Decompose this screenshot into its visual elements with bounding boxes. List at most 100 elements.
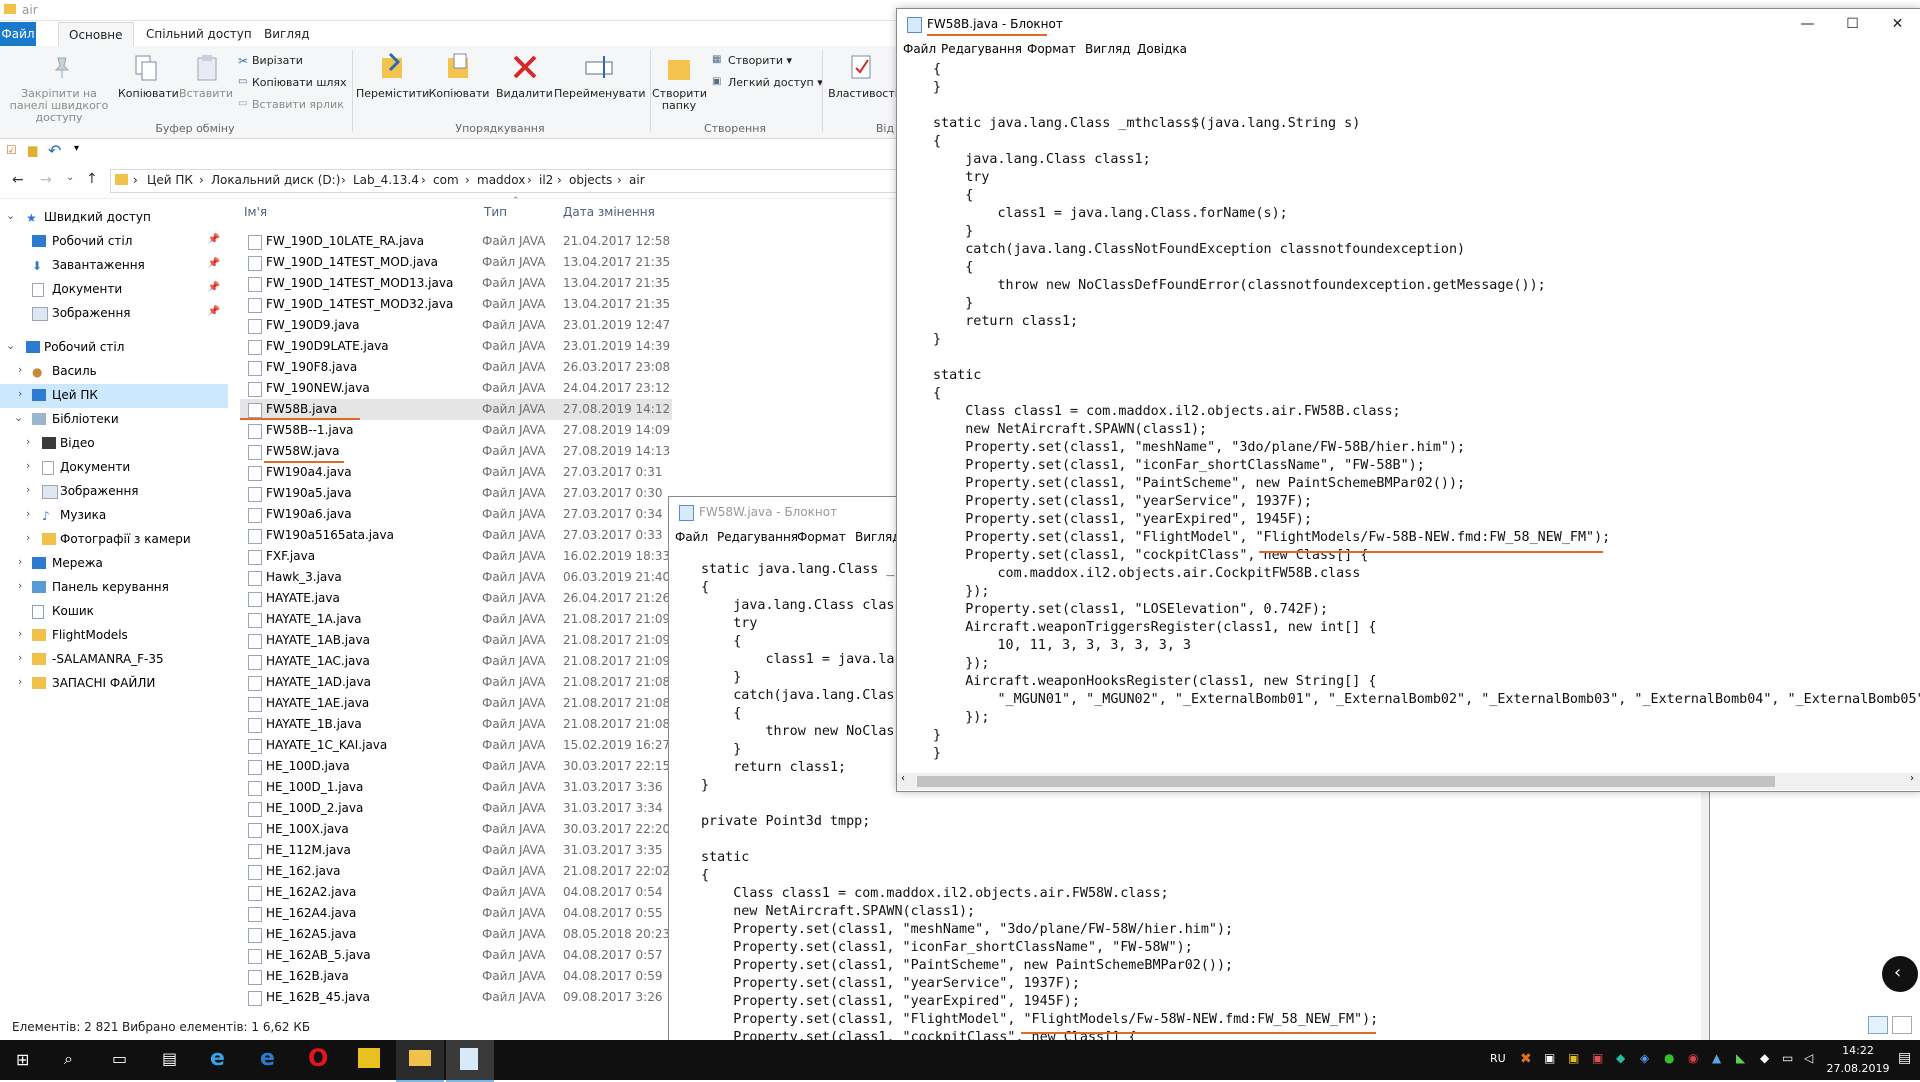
file-row[interactable]: HE_162B_45.java Файл JAVA 09.08.2017 3:26 <box>240 987 672 1008</box>
copy-to-button[interactable]: Копіювати <box>424 88 494 100</box>
nav-pictures-pinned[interactable]: Зображення 📌 <box>0 302 228 326</box>
internet-explorer-button[interactable]: e <box>196 1040 244 1080</box>
cut-button[interactable]: Вирізати <box>252 55 303 67</box>
network-icon[interactable]: ▭ <box>1782 1051 1793 1065</box>
nav-downloads[interactable]: ⬇ Завантаження 📌 <box>0 254 228 278</box>
file-row[interactable]: FW_190D_10LATE_RA.java Файл JAVA 21.04.201… <box>240 231 672 252</box>
breadcrumb-item[interactable]: il2 <box>539 173 553 187</box>
nav-quick-access[interactable]: ⌄ ★ Швидкий доступ <box>0 206 228 230</box>
menu-file[interactable]: Файл <box>903 42 936 56</box>
tray-app-icon[interactable]: ▣ <box>1592 1051 1603 1065</box>
column-type[interactable]: Тип <box>484 205 507 219</box>
properties-qat-icon[interactable]: ☑ <box>6 143 17 157</box>
column-name[interactable]: Ім'я <box>244 205 267 219</box>
breadcrumb-item[interactable]: air <box>629 173 645 187</box>
language-indicator[interactable]: RU <box>1490 1052 1506 1065</box>
nav-network[interactable]: › Мережа <box>0 552 228 576</box>
file-row[interactable]: HE_162A4.java Файл JAVA 04.08.2017 0:55 <box>240 903 672 924</box>
copy-path-button[interactable]: Копіювати шлях <box>252 77 347 89</box>
file-row[interactable]: Hawk_3.java Файл JAVA 06.03.2019 21:40 <box>240 567 672 588</box>
file-row[interactable]: HAYATE_1AD.java Файл JAVA 21.08.2017 21:08 <box>240 672 672 693</box>
menu-file[interactable]: Файл <box>675 530 708 544</box>
breadcrumb-item[interactable]: Lab_4.13.4 <box>353 173 419 187</box>
nav-control-panel[interactable]: › Панель керування <box>0 576 228 600</box>
details-view-icon[interactable] <box>1868 1016 1888 1034</box>
breadcrumb-item[interactable]: maddox <box>477 173 525 187</box>
new-folder-qat-icon[interactable]: ▆ <box>28 143 37 157</box>
file-row[interactable]: FW190a5.java Файл JAVA 27.03.2017 0:30 <box>240 483 672 504</box>
nav-desktop[interactable]: ⌄ Робочий стіл <box>0 336 228 360</box>
move-to-button[interactable]: Перемістити <box>356 88 429 100</box>
notifications-icon[interactable]: ▤ <box>1898 1050 1911 1066</box>
tray-app-icon[interactable]: ▣ <box>1544 1051 1555 1065</box>
file-row[interactable]: FW190a5165ata.java Файл JAVA 27.03.2017 0:… <box>240 525 672 546</box>
close-button[interactable]: ✕ <box>1875 9 1920 39</box>
file-row[interactable]: HE_100D_2.java Файл JAVA 31.03.2017 3:34 <box>240 798 672 819</box>
file-row[interactable]: HAYATE_1AC.java Файл JAVA 21.08.2017 21:09 <box>240 651 672 672</box>
file-row[interactable]: HE_162B.java Файл JAVA 04.08.2017 0:59 <box>240 966 672 987</box>
recent-chevron-icon[interactable]: ⌄ <box>66 172 74 183</box>
maximize-button[interactable]: ☐ <box>1830 9 1875 39</box>
store-button[interactable]: ▤ <box>146 1040 194 1080</box>
file-row[interactable]: FW_190NEW.java Файл JAVA 24.04.2017 23:12 <box>240 378 672 399</box>
file-row[interactable]: HE_162AB_5.java Файл JAVA 04.08.2017 0:57 <box>240 945 672 966</box>
tab-share[interactable]: Спільний доступ <box>136 22 262 46</box>
file-row[interactable]: HAYATE_1AE.java Файл JAVA 21.08.2017 21:08 <box>240 693 672 714</box>
breadcrumb-item[interactable]: Цей ПК <box>147 173 193 187</box>
tab-file[interactable]: Файл <box>0 22 36 46</box>
tray-app-icon[interactable]: ◉ <box>1688 1051 1698 1065</box>
scrollbar-thumb[interactable] <box>917 776 1775 787</box>
menu-format[interactable]: Формат <box>797 530 846 544</box>
forward-arrow-icon[interactable]: → <box>40 172 52 188</box>
nav-music[interactable]: › ♪ Музика <box>0 504 228 528</box>
nav-user[interactable]: › ● Василь <box>0 360 228 384</box>
nav-camera-roll[interactable]: › Фотографії з камери <box>0 528 228 552</box>
large-icons-view-icon[interactable] <box>1892 1016 1912 1034</box>
address-bar[interactable]: › Цей ПК › Локальний диск (D:) › Lab_4.1… <box>110 169 902 193</box>
menu-edit[interactable]: Редагування <box>717 530 798 544</box>
notepad-taskbar-button[interactable] <box>446 1040 494 1082</box>
new-item-button[interactable]: Створити ▾ <box>728 55 792 67</box>
file-row[interactable]: FW_190D_14TEST_MOD32.java Файл JAVA 13.04.… <box>240 294 672 315</box>
up-arrow-icon[interactable]: ↑ <box>86 171 98 187</box>
opera-button[interactable]: O <box>296 1040 344 1080</box>
file-row[interactable]: HE_100D_1.java Файл JAVA 31.03.2017 3:36 <box>240 777 672 798</box>
nav-videos[interactable]: › Відео <box>0 432 228 456</box>
notepad-text-area[interactable]: { } static java.lang.Class _mthclass$(ja… <box>933 61 1920 763</box>
undo-icon[interactable]: ↶ <box>48 141 61 160</box>
tray-app-icon[interactable]: ◈ <box>1640 1051 1649 1065</box>
file-row[interactable]: HE_112M.java Файл JAVA 31.03.2017 3:35 <box>240 840 672 861</box>
tray-app-icon[interactable]: ▲ <box>1712 1051 1721 1065</box>
tray-app-icon[interactable]: ▣ <box>1568 1051 1579 1065</box>
file-row[interactable]: FW58W.java Файл JAVA 27.08.2019 14:13 <box>240 441 672 462</box>
column-date[interactable]: Дата змінення <box>563 205 655 219</box>
file-row[interactable]: FW_190D9LATE.java Файл JAVA 23.01.2019 14:… <box>240 336 672 357</box>
file-row[interactable]: HAYATE_1B.java Файл JAVA 21.08.2017 21:08 <box>240 714 672 735</box>
nav-flightmodels[interactable]: › FlightModels <box>0 624 228 648</box>
nav-recycle-bin[interactable]: Кошик <box>0 600 228 624</box>
properties-button[interactable]: Властивості <box>828 88 898 100</box>
nav-documents[interactable]: › Документи <box>0 456 228 480</box>
menu-edit[interactable]: Редагування <box>941 42 1022 56</box>
nav-libraries[interactable]: ⌄ Бібліотеки <box>0 408 228 432</box>
breadcrumb-item[interactable]: objects <box>569 173 612 187</box>
menu-view[interactable]: Вигляд <box>855 530 901 544</box>
tab-view[interactable]: Вигляд <box>254 22 320 46</box>
paste-button[interactable]: Вставити <box>178 88 234 100</box>
copy-button[interactable]: Копіювати <box>118 88 179 100</box>
tray-app-icon[interactable]: ◆ <box>1760 1051 1769 1065</box>
minimize-button[interactable]: — <box>1785 9 1830 39</box>
pin-quick-access-button[interactable]: Закріпити на панелі швидкого доступу <box>4 88 114 124</box>
horizontal-scrollbar[interactable]: ‹ › <box>897 773 1920 790</box>
scroll-left-icon[interactable]: ‹ <box>901 773 905 784</box>
file-row[interactable]: HAYATE_1C_KAI.java Файл JAVA 15.02.2019 16… <box>240 735 672 756</box>
nav-documents-pinned[interactable]: Документи 📌 <box>0 278 228 302</box>
new-folder-button[interactable]: Створити папку <box>652 88 707 112</box>
tab-home[interactable]: Основне <box>58 22 134 47</box>
search-button[interactable]: ⌕ <box>48 1040 96 1080</box>
file-row[interactable]: HAYATE_1A.java Файл JAVA 21.08.2017 21:09 <box>240 609 672 630</box>
nvidia-icon[interactable]: ◣ <box>1736 1051 1745 1065</box>
nav-desktop-pinned[interactable]: Робочий стіл 📌 <box>0 230 228 254</box>
file-row[interactable]: HE_100X.java Файл JAVA 30.03.2017 22:20 <box>240 819 672 840</box>
media-player-button[interactable] <box>346 1040 394 1080</box>
